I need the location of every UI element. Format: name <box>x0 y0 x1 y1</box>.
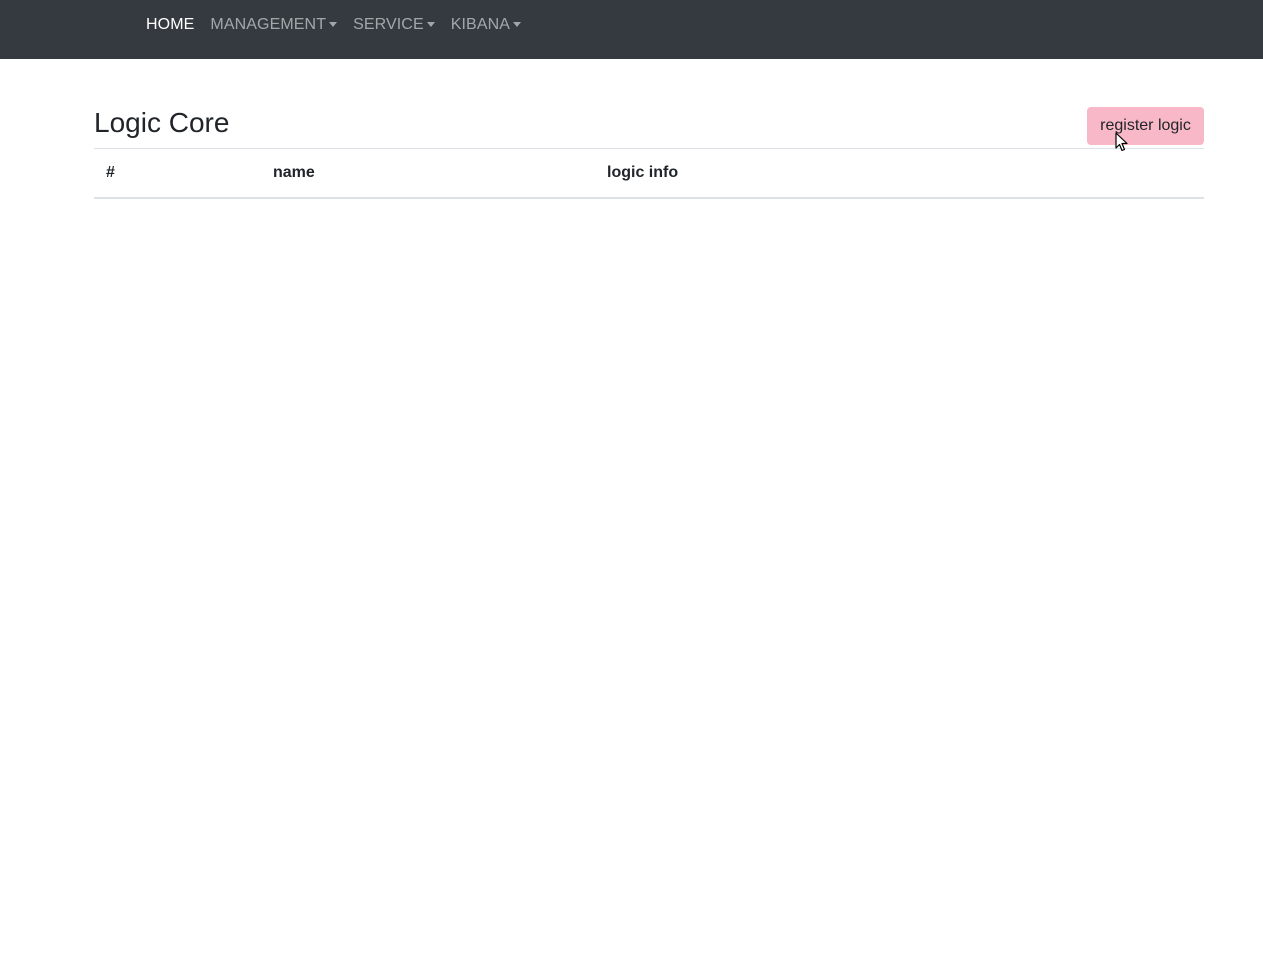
nav-item-service-label: SERVICE <box>353 16 424 33</box>
nav-item-kibana-label: KIBANA <box>450 16 511 33</box>
column-header-name: name <box>261 148 595 199</box>
page-title: Logic Core <box>94 107 230 138</box>
top-navbar: HOME MANAGEMENT SERVICE KIBANA <box>0 0 1263 59</box>
nav-menu: HOME MANAGEMENT SERVICE KIBANA <box>138 0 529 50</box>
chevron-down-icon <box>513 21 522 27</box>
nav-item-home-label: HOME <box>146 16 195 33</box>
logic-core-table: # name logic info <box>94 148 1204 199</box>
table-header: # name logic info <box>94 148 1204 199</box>
chevron-down-icon <box>426 21 435 27</box>
nav-item-management-label: MANAGEMENT <box>210 16 327 33</box>
nav-item-home[interactable]: HOME <box>138 16 202 34</box>
nav-item-management[interactable]: MANAGEMENT <box>202 16 345 34</box>
table-header-row: # name logic info <box>94 148 1204 199</box>
nav-item-service[interactable]: SERVICE <box>345 16 443 34</box>
register-logic-button[interactable]: register logic <box>1087 107 1204 145</box>
chevron-down-icon <box>329 21 338 27</box>
column-header-index: # <box>94 148 261 199</box>
nav-item-kibana[interactable]: KIBANA <box>443 16 529 34</box>
column-header-logic-info: logic info <box>595 148 1204 199</box>
